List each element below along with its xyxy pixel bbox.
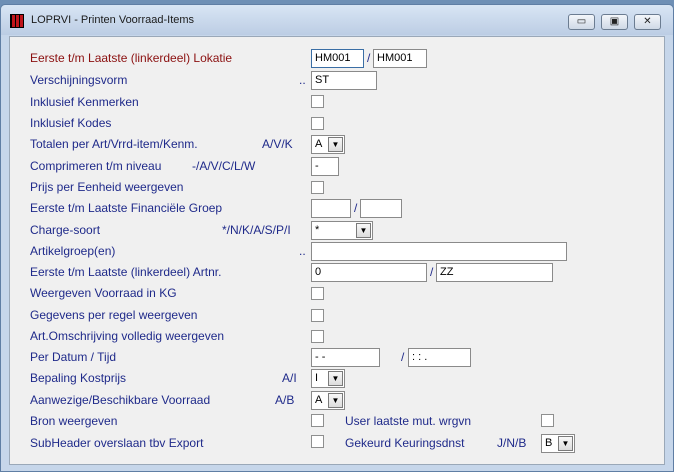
fin-groep-to-input[interactable] <box>360 199 402 218</box>
voorraad-kg-label: Weergeven Voorraad in KG <box>30 286 177 300</box>
gekeurd-label: Gekeurd Keuringsdnst <box>345 436 465 450</box>
close-icon: ✕ <box>643 16 652 27</box>
user-mut-checkbox[interactable] <box>541 414 554 427</box>
per-regel-label: Gegevens per regel weergeven <box>30 308 198 322</box>
fin-groep-separator: / <box>354 201 358 215</box>
artikelgroep-label: Artikelgroep(en) <box>30 244 116 258</box>
inkl-kenmerken-checkbox[interactable] <box>311 95 324 108</box>
charge-soort-label: Charge-soort <box>30 223 101 237</box>
verschijningsvorm-lookup-hint: .. <box>299 73 306 87</box>
chevron-down-icon[interactable]: ▼ <box>328 393 343 408</box>
chevron-down-icon[interactable]: ▼ <box>328 371 343 386</box>
window-title: LOPRVI - Printen Voorraad-Items <box>31 14 195 26</box>
fin-groep-from-input[interactable] <box>311 199 351 218</box>
datum-tijd-separator: / <box>401 350 405 364</box>
totalen-select[interactable]: A ▼ <box>311 135 345 154</box>
close-button[interactable]: ✕ <box>634 14 661 30</box>
fin-groep-label: Eerste t/m Laatste Financiële Groep <box>30 201 223 215</box>
per-regel-checkbox[interactable] <box>311 309 324 322</box>
lokatie-from-input[interactable]: HM001 <box>311 49 364 68</box>
bron-label: Bron weergeven <box>30 414 118 428</box>
artnr-from-input[interactable]: 0 <box>311 263 427 282</box>
restore-icon: ▣ <box>609 16 620 27</box>
chevron-down-icon[interactable]: ▼ <box>558 436 573 451</box>
prijs-eenheid-label: Prijs per Eenheid weergeven <box>30 180 184 194</box>
lokatie-to-input[interactable]: HM001 <box>373 49 427 68</box>
subheader-checkbox[interactable] <box>311 435 324 448</box>
omschrijving-label: Art.Omschrijving volledig weergeven <box>30 329 225 343</box>
verschijningsvorm-input[interactable]: ST <box>311 71 377 90</box>
chevron-down-icon[interactable]: ▼ <box>328 137 343 152</box>
aanwezige-select[interactable]: A ▼ <box>311 391 345 410</box>
omschrijving-checkbox[interactable] <box>311 330 324 343</box>
kostprijs-label: Bepaling Kostprijs <box>30 371 127 385</box>
charge-soort-select-value: * <box>315 224 320 236</box>
kostprijs-select-value: I <box>315 372 319 384</box>
artikelgroep-input[interactable] <box>311 242 567 261</box>
title-bar[interactable]: LOPRVI - Printen Voorraad-Items ▭ ▣ ✕ <box>1 5 673 35</box>
form-panel: Eerste t/m Laatste (linkerdeel) Lokatie … <box>9 36 665 465</box>
user-mut-label: User laatste mut. wrgvn <box>345 414 472 428</box>
artnr-to-input[interactable]: ZZ <box>436 263 553 282</box>
bron-checkbox[interactable] <box>311 414 324 427</box>
gekeurd-select[interactable]: B ▼ <box>541 434 575 453</box>
dialog-window: LOPRVI - Printen Voorraad-Items ▭ ▣ ✕ Ee… <box>0 4 674 472</box>
kostprijs-select[interactable]: I ▼ <box>311 369 345 388</box>
aanwezige-codes: A/B <box>275 393 295 407</box>
verschijningsvorm-label: Verschijningsvorm <box>30 73 128 87</box>
inkl-kodes-label: Inklusief Kodes <box>30 116 112 130</box>
prijs-eenheid-checkbox[interactable] <box>311 181 324 194</box>
lokatie-separator: / <box>367 51 371 65</box>
inkl-kenmerken-label: Inklusief Kenmerken <box>30 95 139 109</box>
lokatie-label: Eerste t/m Laatste (linkerdeel) Lokatie <box>30 51 233 65</box>
tijd-input[interactable]: : : . <box>408 348 471 367</box>
comprimeren-label: Comprimeren t/m niveau <box>30 159 162 173</box>
app-icon <box>10 14 24 28</box>
artnr-separator: / <box>430 265 434 279</box>
inkl-kodes-checkbox[interactable] <box>311 117 324 130</box>
charge-soort-select[interactable]: * ▼ <box>311 221 373 240</box>
comprimeren-codes: -/A/V/C/L/W <box>192 159 256 173</box>
aanwezige-label: Aanwezige/Beschikbare Voorraad <box>30 393 211 407</box>
datum-input[interactable]: - - <box>311 348 380 367</box>
totalen-codes: A/V/K <box>262 137 293 151</box>
voorraad-kg-checkbox[interactable] <box>311 287 324 300</box>
artnr-label: Eerste t/m Laatste (linkerdeel) Artnr. <box>30 265 222 279</box>
restore-button[interactable]: ▣ <box>601 14 628 30</box>
minimize-icon: ▭ <box>576 16 587 27</box>
gekeurd-codes: J/N/B <box>497 436 527 450</box>
artikelgroep-lookup-hint: .. <box>299 244 306 258</box>
minimize-button[interactable]: ▭ <box>568 14 595 30</box>
totalen-select-value: A <box>315 138 323 150</box>
totalen-label: Totalen per Art/Vrrd-item/Kenm. <box>30 137 198 151</box>
gekeurd-select-value: B <box>545 437 553 449</box>
comprimeren-input[interactable]: - <box>311 157 339 176</box>
aanwezige-select-value: A <box>315 394 323 406</box>
datum-tijd-label: Per Datum / Tijd <box>30 350 117 364</box>
kostprijs-codes: A/I <box>282 371 297 385</box>
chevron-down-icon[interactable]: ▼ <box>356 223 371 238</box>
subheader-label: SubHeader overslaan tbv Export <box>30 436 204 450</box>
charge-soort-codes: */N/K/A/S/P/I <box>222 223 291 237</box>
